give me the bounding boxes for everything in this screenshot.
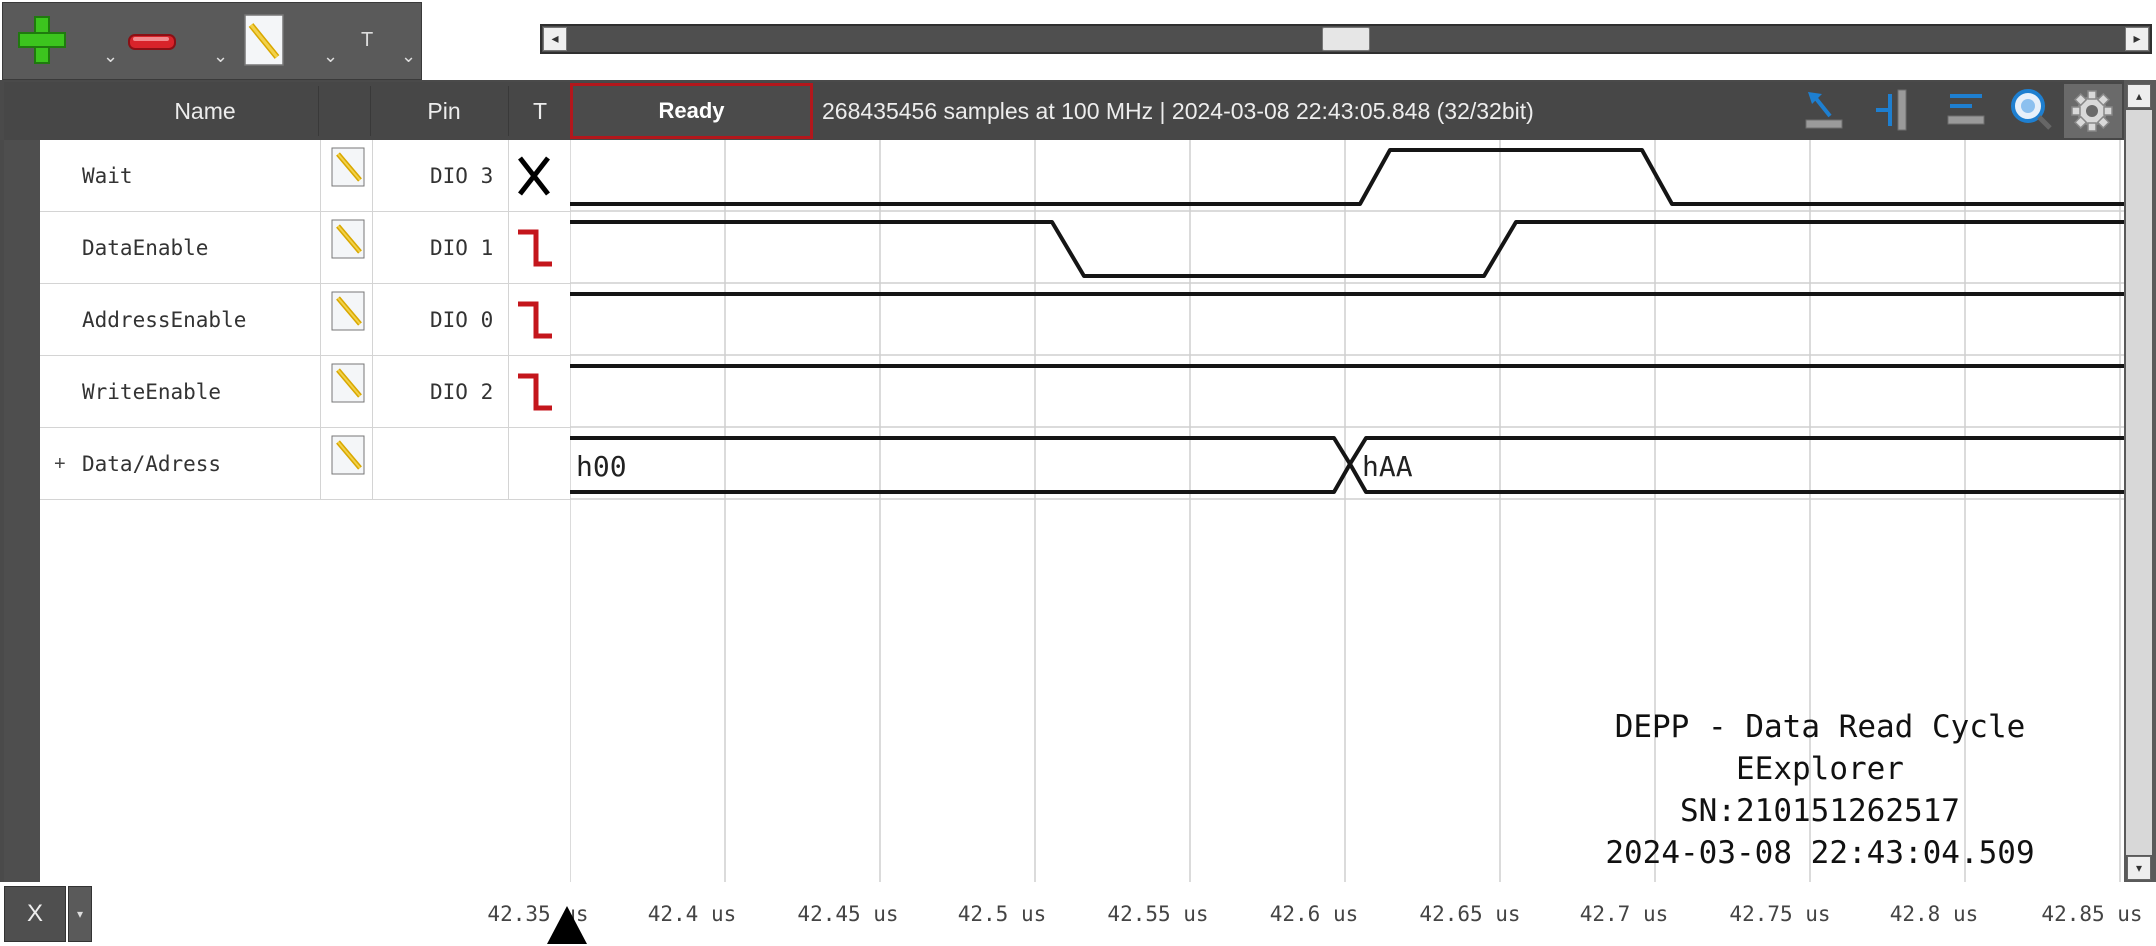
edit-signal-button[interactable] xyxy=(330,146,366,188)
falling-edge-icon xyxy=(518,373,552,411)
axis-tick-label: 42.75 us xyxy=(1729,902,1831,926)
text-tool-button[interactable]: T xyxy=(361,29,373,52)
signal-name: Wait xyxy=(82,164,133,188)
status-badge: Ready xyxy=(570,83,813,139)
axis-tick-label: 42.65 us xyxy=(1419,902,1521,926)
pencil-icon xyxy=(331,291,365,331)
watermark-title: DEPP - Data Read Cycle xyxy=(1614,709,2026,745)
signal-name: AddressEnable xyxy=(82,308,247,332)
signal-pin: DIO 2 xyxy=(430,380,494,404)
vertical-scroll-track[interactable] xyxy=(2126,110,2152,855)
signal-pin: DIO 3 xyxy=(430,164,494,188)
bus-value-h00: h00 xyxy=(576,450,627,483)
x-axis-button[interactable]: X xyxy=(4,886,66,942)
x-axis-dropdown[interactable]: ▾ xyxy=(68,886,92,942)
edit-dropdown[interactable]: ⌄ xyxy=(323,46,338,67)
acquisition-info: 268435456 samples at 100 MHz | 2024-03-0… xyxy=(822,98,1534,124)
scroll-left-button[interactable]: ◂ xyxy=(543,27,567,51)
horizontal-marker-tool-button[interactable] xyxy=(1942,86,1992,136)
time-axis[interactable] xyxy=(0,882,2156,946)
minus-icon xyxy=(128,34,176,50)
axis-tick-label: 42.4 us xyxy=(647,902,737,926)
marker-tool-button[interactable] xyxy=(1868,86,1918,136)
magnifier-icon xyxy=(2011,89,2052,130)
settings-button[interactable] xyxy=(2064,84,2122,138)
signal-pin: DIO 1 xyxy=(430,236,494,260)
dataenable-trace xyxy=(570,220,2124,278)
horizontal-marker-icon xyxy=(1947,94,1985,125)
remove-button[interactable] xyxy=(121,11,191,71)
edit-signal-button[interactable] xyxy=(330,290,366,332)
remove-dropdown[interactable]: ⌄ xyxy=(213,46,228,67)
signal-name: Data/Adress xyxy=(82,452,222,476)
either-edge-icon xyxy=(518,156,550,196)
signal-pin: DIO 0 xyxy=(430,308,494,332)
signal-row-wait[interactable]: Wait DIO 3 xyxy=(40,140,570,212)
text-dropdown[interactable]: ⌄ xyxy=(401,46,416,67)
add-dropdown[interactable]: ⌄ xyxy=(103,46,118,67)
watermark-device: EExplorer xyxy=(1736,751,1904,787)
axis-tick-label: 42.85 us xyxy=(2041,902,2143,926)
signal-row-data-adress[interactable]: + Data/Adress xyxy=(40,428,570,500)
horizontal-scroll-thumb[interactable] xyxy=(1322,27,1370,51)
trigger-falling-edge-button[interactable] xyxy=(514,226,554,270)
capture-watermark: DEPP - Data Read Cycle EExplorer SN:2101… xyxy=(1560,706,2080,874)
horizontal-scrollbar[interactable]: ◂ ▸ xyxy=(540,24,2152,54)
bus-trace-bottom xyxy=(570,462,2124,494)
cursor-tool-button[interactable] xyxy=(1800,86,1850,136)
signal-row-addressenable[interactable]: AddressEnable DIO 0 xyxy=(40,284,570,356)
trigger-column-header[interactable]: T xyxy=(520,82,560,140)
bus-value-haa: hAA xyxy=(1362,450,1413,483)
gear-icon xyxy=(2071,90,2113,132)
name-column-header[interactable]: Name xyxy=(120,82,290,140)
edit-signal-button[interactable] xyxy=(330,362,366,404)
trigger-position-marker[interactable] xyxy=(547,906,587,944)
trigger-either-edge-button[interactable] xyxy=(514,154,554,198)
watermark-timestamp: 2024-03-08 22:43:04.509 xyxy=(1605,835,2035,871)
row-gutter xyxy=(4,140,40,882)
signal-row-writeenable[interactable]: WriteEnable DIO 2 xyxy=(40,356,570,428)
signal-row-dataenable[interactable]: DataEnable DIO 1 xyxy=(40,212,570,284)
pencil-icon xyxy=(331,219,365,259)
pin-column-header[interactable]: Pin xyxy=(404,82,484,140)
scroll-up-button[interactable]: ▴ xyxy=(2127,84,2151,108)
zoom-tool-button[interactable] xyxy=(2006,86,2056,136)
signal-name: DataEnable xyxy=(82,236,209,260)
edit-signal-button[interactable] xyxy=(330,218,366,260)
pencil-icon xyxy=(244,14,284,66)
scroll-down-button[interactable]: ▾ xyxy=(2127,856,2151,880)
axis-tick-label: 42.55 us xyxy=(1107,902,1209,926)
pencil-icon xyxy=(331,147,365,187)
cursor-arrow-icon xyxy=(1805,92,1843,129)
bus-trace-top xyxy=(570,436,2124,466)
scroll-right-button[interactable]: ▸ xyxy=(2125,27,2149,51)
signal-name: WriteEnable xyxy=(82,380,222,404)
axis-tick-label: 42.5 us xyxy=(957,902,1047,926)
plus-icon xyxy=(18,16,66,64)
expand-bus-button[interactable]: + xyxy=(54,428,66,500)
trigger-falling-edge-button[interactable] xyxy=(514,370,554,414)
edit-button[interactable] xyxy=(235,11,305,71)
trigger-falling-edge-button[interactable] xyxy=(514,298,554,342)
edit-signal-button[interactable] xyxy=(330,434,366,476)
axis-tick-label: 42.7 us xyxy=(1579,902,1669,926)
axis-tick-label: 42.8 us xyxy=(1889,902,1979,926)
add-button[interactable] xyxy=(13,11,83,71)
pencil-icon xyxy=(331,435,365,475)
wait-trace xyxy=(570,148,2124,206)
falling-edge-icon xyxy=(518,301,552,339)
axis-tick-label: 42.6 us xyxy=(1269,902,1359,926)
toolbar: ⌄ ⌄ ⌄ T ⌄ xyxy=(2,2,422,80)
vertical-marker-icon xyxy=(1876,89,1907,131)
pencil-icon xyxy=(331,363,365,403)
watermark-serial: SN:210151262517 xyxy=(1680,793,1960,829)
axis-tick-label: 42.45 us xyxy=(797,902,899,926)
falling-edge-icon xyxy=(518,229,552,267)
